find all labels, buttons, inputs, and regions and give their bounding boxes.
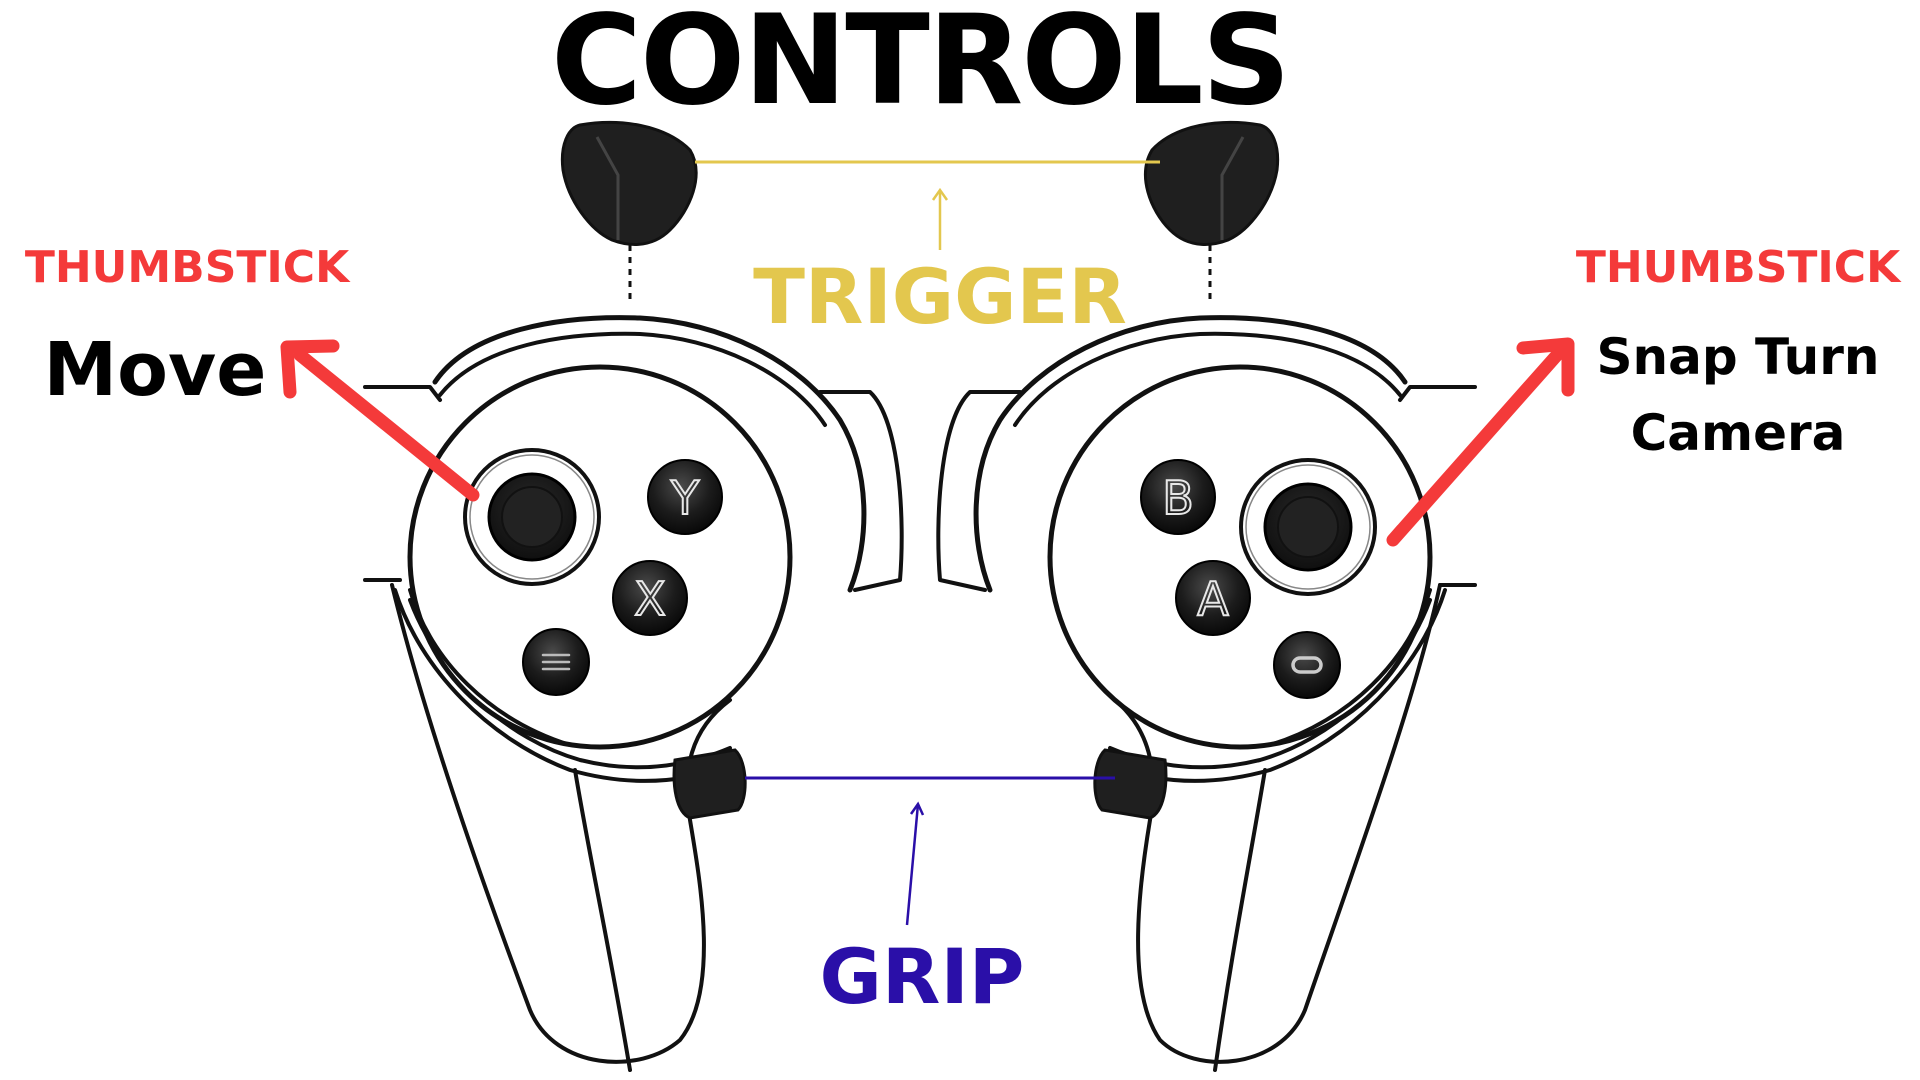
right-action-label-line2: Camera [1631,404,1846,462]
left-grip-button[interactable] [672,748,747,820]
y-button[interactable]: Y [647,459,723,535]
trigger-arrow [931,187,949,250]
home-button[interactable] [1273,631,1341,699]
x-button[interactable]: X [612,560,688,636]
diagram-canvas: CONTROLS Y X B A TRIGGER GRIP THUMBSTICK… [25,0,1902,1072]
right-trigger[interactable] [1143,120,1280,246]
left-thumbstick-label: THUMBSTICK [25,242,351,293]
grip-arrow [905,801,925,926]
b-button[interactable]: B [1140,459,1216,535]
y-button-label: Y [670,471,700,525]
a-button-label: A [1197,572,1229,626]
left-action-label: Move [44,327,267,413]
right-thumbstick-label: THUMBSTICK [1576,242,1902,293]
right-grip-button[interactable] [1093,748,1168,820]
grip-label: GRIP [820,932,1025,1021]
b-button-label: B [1162,471,1194,525]
right-action-label-line1: Snap Turn [1596,328,1879,386]
right-thumbstick-arrow [1386,337,1575,547]
menu-button[interactable] [522,628,590,696]
trigger-label: TRIGGER [753,252,1127,341]
right-thumbstick[interactable] [1239,458,1377,596]
left-thumbstick[interactable] [463,448,601,586]
left-trigger[interactable] [560,120,698,246]
x-button-label: X [634,572,666,626]
page-title: CONTROLS [551,0,1289,133]
controls-diagram: CONTROLS Y X B A TRIGGER GRIP THUMBSTICK… [0,0,1920,1080]
a-button[interactable]: A [1175,560,1251,636]
